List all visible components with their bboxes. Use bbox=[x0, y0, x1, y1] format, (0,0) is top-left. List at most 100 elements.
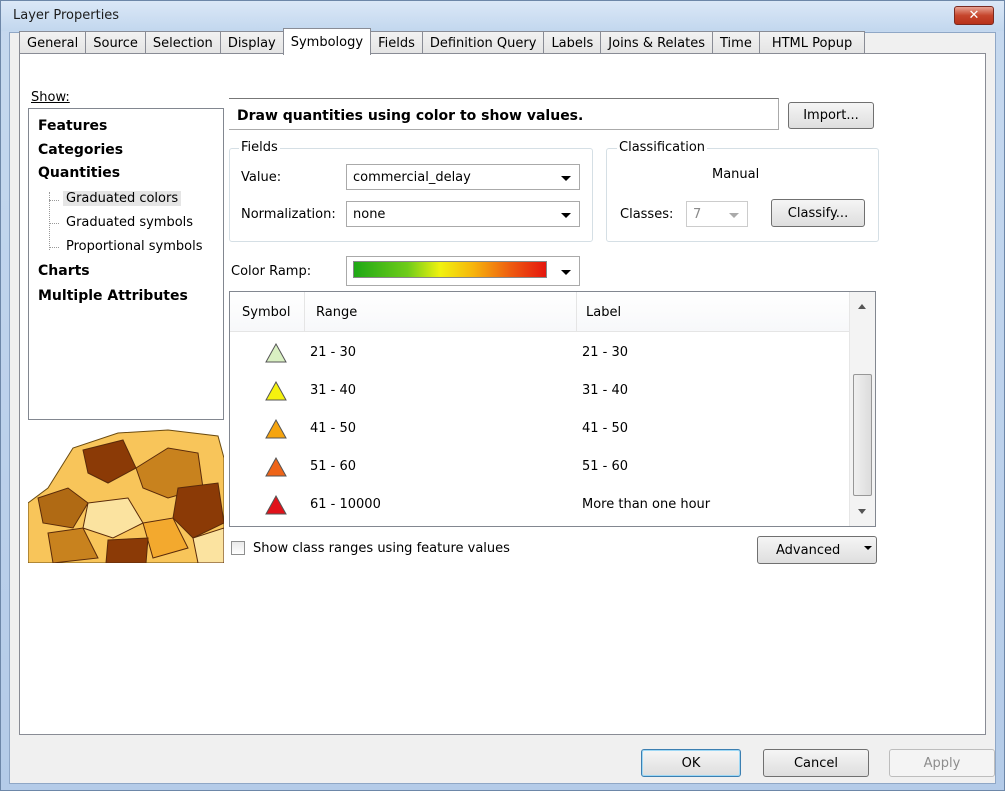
table-row[interactable]: 21 - 30 21 - 30 bbox=[230, 335, 850, 373]
table-row[interactable]: 31 - 40 31 - 40 bbox=[230, 373, 850, 411]
cancel-label: Cancel bbox=[793, 755, 839, 771]
row-range[interactable]: 61 - 10000 bbox=[310, 497, 381, 512]
table-scrollbar[interactable] bbox=[849, 292, 875, 526]
tab-label: Labels bbox=[551, 36, 594, 51]
title-bar[interactable]: Layer Properties ✕ bbox=[1, 1, 1004, 31]
scroll-down-icon[interactable] bbox=[858, 509, 866, 514]
color-ramp-dropdown[interactable] bbox=[346, 256, 580, 286]
show-item-multiple-attributes[interactable]: Multiple Attributes bbox=[38, 288, 188, 304]
triangle-symbol-icon[interactable] bbox=[265, 457, 287, 477]
row-label[interactable]: 41 - 50 bbox=[582, 421, 628, 436]
classification-group-title: Classification bbox=[617, 140, 708, 155]
row-range[interactable]: 21 - 30 bbox=[310, 345, 356, 360]
value-label: Value: bbox=[241, 170, 282, 185]
column-divider[interactable] bbox=[304, 292, 305, 332]
tab-fields[interactable]: Fields bbox=[370, 31, 423, 55]
normalization-selected: none bbox=[353, 207, 386, 222]
chevron-down-icon bbox=[561, 270, 571, 275]
tab-label: Fields bbox=[378, 36, 415, 51]
color-ramp-label: Color Ramp: bbox=[231, 264, 312, 279]
show-sub-graduated-symbols[interactable]: Graduated symbols bbox=[66, 215, 193, 230]
classes-dropdown[interactable]: 7 bbox=[686, 201, 748, 227]
triangle-symbol-icon[interactable] bbox=[265, 381, 287, 401]
show-class-ranges-label[interactable]: Show class ranges using feature values bbox=[253, 541, 510, 556]
show-item-charts[interactable]: Charts bbox=[38, 263, 90, 279]
tab-display[interactable]: Display bbox=[219, 31, 284, 55]
scroll-up-icon[interactable] bbox=[858, 304, 866, 309]
show-sub-graduated-colors[interactable]: Graduated colors bbox=[63, 191, 182, 206]
table-row[interactable]: 51 - 60 51 - 60 bbox=[230, 449, 850, 487]
show-sub-proportional-symbols[interactable]: Proportional symbols bbox=[66, 239, 203, 254]
table-row[interactable]: 41 - 50 41 - 50 bbox=[230, 411, 850, 449]
tab-time[interactable]: Time bbox=[712, 31, 760, 55]
cancel-button[interactable]: Cancel bbox=[763, 749, 869, 777]
tab-symbology[interactable]: Symbology bbox=[282, 28, 372, 55]
tab-selection[interactable]: Selection bbox=[144, 31, 221, 55]
triangle-symbol-icon[interactable] bbox=[265, 495, 287, 515]
tab-label: HTML Popup bbox=[771, 36, 853, 51]
ok-label: OK bbox=[681, 755, 701, 771]
symbol-fill bbox=[265, 457, 287, 477]
row-label[interactable]: 51 - 60 bbox=[582, 459, 628, 474]
row-label[interactable]: 31 - 40 bbox=[582, 383, 628, 398]
column-divider[interactable] bbox=[576, 292, 577, 332]
tab-html-popup[interactable]: HTML Popup bbox=[758, 31, 866, 55]
chevron-down-icon bbox=[864, 546, 872, 550]
symbology-description: Draw quantities using color to show valu… bbox=[237, 108, 584, 124]
tab-joins-relates[interactable]: Joins & Relates bbox=[600, 31, 713, 55]
triangle-symbol-icon[interactable] bbox=[265, 419, 287, 439]
advanced-button[interactable]: Advanced bbox=[757, 536, 877, 564]
ok-button[interactable]: OK bbox=[641, 749, 741, 777]
close-icon: ✕ bbox=[968, 8, 980, 23]
row-label[interactable]: 21 - 30 bbox=[582, 345, 628, 360]
show-label: Show: bbox=[31, 90, 70, 105]
symbol-fill bbox=[265, 381, 287, 401]
row-range[interactable]: 31 - 40 bbox=[310, 383, 356, 398]
scrollbar-thumb[interactable] bbox=[853, 374, 872, 496]
header-symbol[interactable]: Symbol bbox=[242, 305, 290, 320]
classes-label: Classes: bbox=[620, 207, 674, 222]
tab-definition-query[interactable]: Definition Query bbox=[421, 31, 545, 55]
classify-button[interactable]: Classify... bbox=[771, 199, 865, 227]
advanced-label: Advanced bbox=[776, 542, 841, 558]
fields-group-title: Fields bbox=[239, 140, 280, 155]
header-label[interactable]: Label bbox=[586, 305, 621, 320]
symbol-fill bbox=[265, 419, 287, 439]
apply-button[interactable]: Apply bbox=[889, 749, 995, 777]
close-button[interactable]: ✕ bbox=[954, 6, 994, 25]
apply-label: Apply bbox=[923, 755, 961, 771]
tab-source[interactable]: Source bbox=[85, 31, 146, 55]
tab-general[interactable]: General bbox=[19, 31, 87, 55]
row-range[interactable]: 41 - 50 bbox=[310, 421, 356, 436]
classification-group bbox=[606, 148, 879, 242]
map-thumbnail-icon bbox=[28, 428, 224, 563]
tree-branch bbox=[49, 223, 59, 224]
import-button[interactable]: Import... bbox=[788, 102, 874, 129]
symbol-fill bbox=[265, 343, 287, 363]
tab-labels[interactable]: Labels bbox=[543, 31, 602, 55]
chevron-down-icon bbox=[729, 213, 739, 218]
show-item-categories[interactable]: Categories bbox=[38, 142, 123, 158]
tab-label: Selection bbox=[152, 36, 213, 51]
layer-properties-window: Layer Properties ✕ General Source Select… bbox=[0, 0, 1005, 791]
tab-label: Symbology bbox=[290, 34, 364, 50]
triangle-symbol-icon[interactable] bbox=[265, 343, 287, 363]
tab-label: Display bbox=[227, 36, 276, 51]
value-selected: commercial_delay bbox=[353, 170, 471, 185]
row-label[interactable]: More than one hour bbox=[582, 497, 710, 512]
value-dropdown[interactable]: commercial_delay bbox=[346, 164, 580, 190]
normalization-dropdown[interactable]: none bbox=[346, 201, 580, 227]
tab-label: Time bbox=[720, 36, 752, 51]
tab-label: Joins & Relates bbox=[608, 36, 705, 51]
row-range[interactable]: 51 - 60 bbox=[310, 459, 356, 474]
table-row[interactable]: 61 - 10000 More than one hour bbox=[230, 487, 850, 525]
show-item-quantities[interactable]: Quantities bbox=[38, 165, 120, 181]
tree-branch bbox=[49, 247, 59, 248]
table-header: Symbol Range Label bbox=[230, 292, 850, 332]
chevron-down-icon bbox=[561, 176, 571, 181]
tab-label: Source bbox=[93, 36, 138, 51]
show-item-features[interactable]: Features bbox=[38, 118, 107, 134]
header-range[interactable]: Range bbox=[316, 305, 357, 320]
show-class-ranges-checkbox[interactable] bbox=[231, 541, 245, 555]
tab-strip: General Source Selection Display Symbolo… bbox=[19, 28, 866, 55]
